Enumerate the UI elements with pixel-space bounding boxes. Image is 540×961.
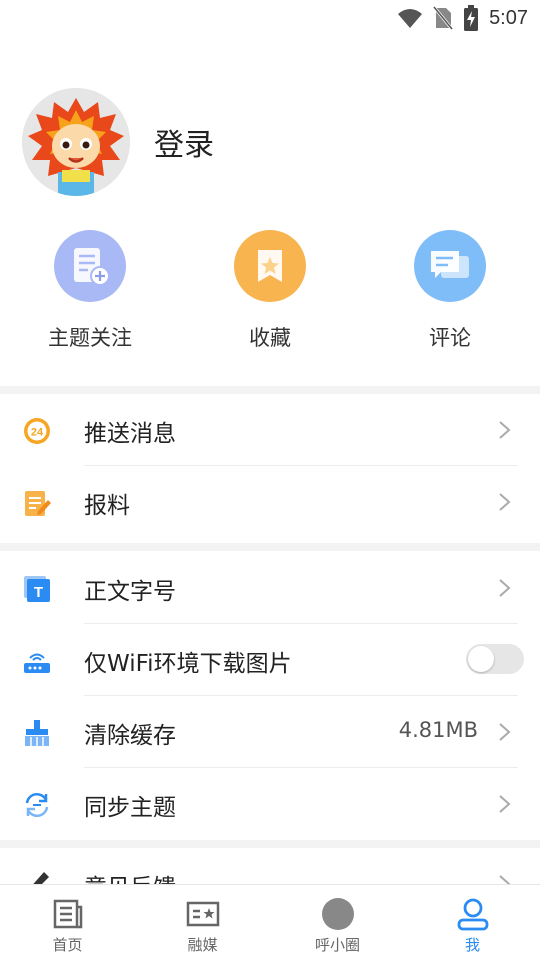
tab-label: 融媒 — [187, 936, 218, 954]
menu-label: 推送消息 — [84, 421, 176, 447]
login-label[interactable]: 登录 — [154, 120, 214, 164]
menu-label: 报料 — [84, 493, 130, 519]
wifi-only-toggle[interactable] — [466, 644, 524, 674]
no-sim-icon — [433, 6, 454, 30]
chevron-right-icon — [499, 493, 511, 511]
menu-item-clear-cache[interactable]: 清除缓存 4.81MB — [0, 696, 540, 768]
menu-item-wifi-images[interactable]: 仅WiFi环境下载图片 — [0, 624, 540, 696]
comment-icon — [414, 230, 486, 302]
tab-label: 呼小圈 — [314, 936, 360, 954]
status-bar: 5:07 — [0, 0, 540, 36]
report-edit-icon — [22, 488, 52, 518]
cache-size-value: 4.81MB — [398, 718, 478, 742]
newspaper-icon — [51, 897, 85, 931]
push-24-icon: 24 — [22, 416, 52, 446]
shortcut-label: 收藏 — [249, 326, 291, 350]
media-card-icon — [186, 897, 220, 931]
section-divider — [0, 840, 540, 848]
shortcut-label: 评论 — [429, 326, 471, 350]
menu-label: 同步主题 — [84, 795, 176, 821]
router-icon — [22, 646, 52, 676]
menu-label: 正文字号 — [84, 579, 176, 605]
svg-text:24: 24 — [31, 427, 44, 439]
topic-follow-icon — [54, 230, 126, 302]
chevron-right-icon — [499, 795, 511, 813]
section-divider — [0, 543, 540, 551]
sync-icon — [22, 790, 52, 820]
chevron-right-icon — [499, 723, 511, 741]
menu-item-font-size[interactable]: T 正文字号 — [0, 552, 540, 624]
broom-icon — [22, 718, 52, 748]
profile-header[interactable]: 登录 — [22, 88, 214, 196]
tab-home[interactable]: 首页 — [0, 885, 135, 961]
section-divider — [0, 386, 540, 394]
menu-item-sync-topics[interactable]: 同步主题 — [0, 768, 540, 840]
tab-label: 首页 — [52, 936, 83, 954]
shortcut-label: 主题关注 — [48, 326, 132, 350]
tab-circle[interactable]: 呼小圈 — [270, 885, 405, 961]
tab-label: 我 — [464, 936, 480, 954]
menu-label: 仅WiFi环境下载图片 — [84, 651, 292, 677]
chevron-right-icon — [499, 579, 511, 597]
user-icon — [456, 897, 490, 931]
wifi-icon — [398, 9, 423, 28]
tab-me[interactable]: 我 — [405, 885, 540, 961]
status-time: 5:07 — [489, 6, 528, 29]
battery-charging-icon — [464, 5, 479, 31]
lion-mascot-avatar[interactable] — [22, 88, 130, 196]
shortcut-favorites[interactable]: 收藏 — [200, 230, 340, 352]
text-size-icon: T — [22, 574, 52, 604]
menu-label: 清除缓存 — [84, 723, 176, 749]
menu-item-push-messages[interactable]: 24 推送消息 — [0, 394, 540, 466]
circle-icon — [321, 897, 355, 931]
svg-text:T: T — [34, 584, 43, 601]
bookmark-star-icon — [234, 230, 306, 302]
chevron-right-icon — [499, 421, 511, 439]
tab-media[interactable]: 融媒 — [135, 885, 270, 961]
shortcut-row: 主题关注 收藏 评论 — [0, 230, 540, 360]
bottom-tab-bar: 首页 融媒 呼小圈 我 — [0, 884, 540, 961]
menu-item-report[interactable]: 报料 — [0, 466, 540, 538]
shortcut-comments[interactable]: 评论 — [380, 230, 520, 352]
shortcut-topic-follow[interactable]: 主题关注 — [20, 230, 160, 352]
